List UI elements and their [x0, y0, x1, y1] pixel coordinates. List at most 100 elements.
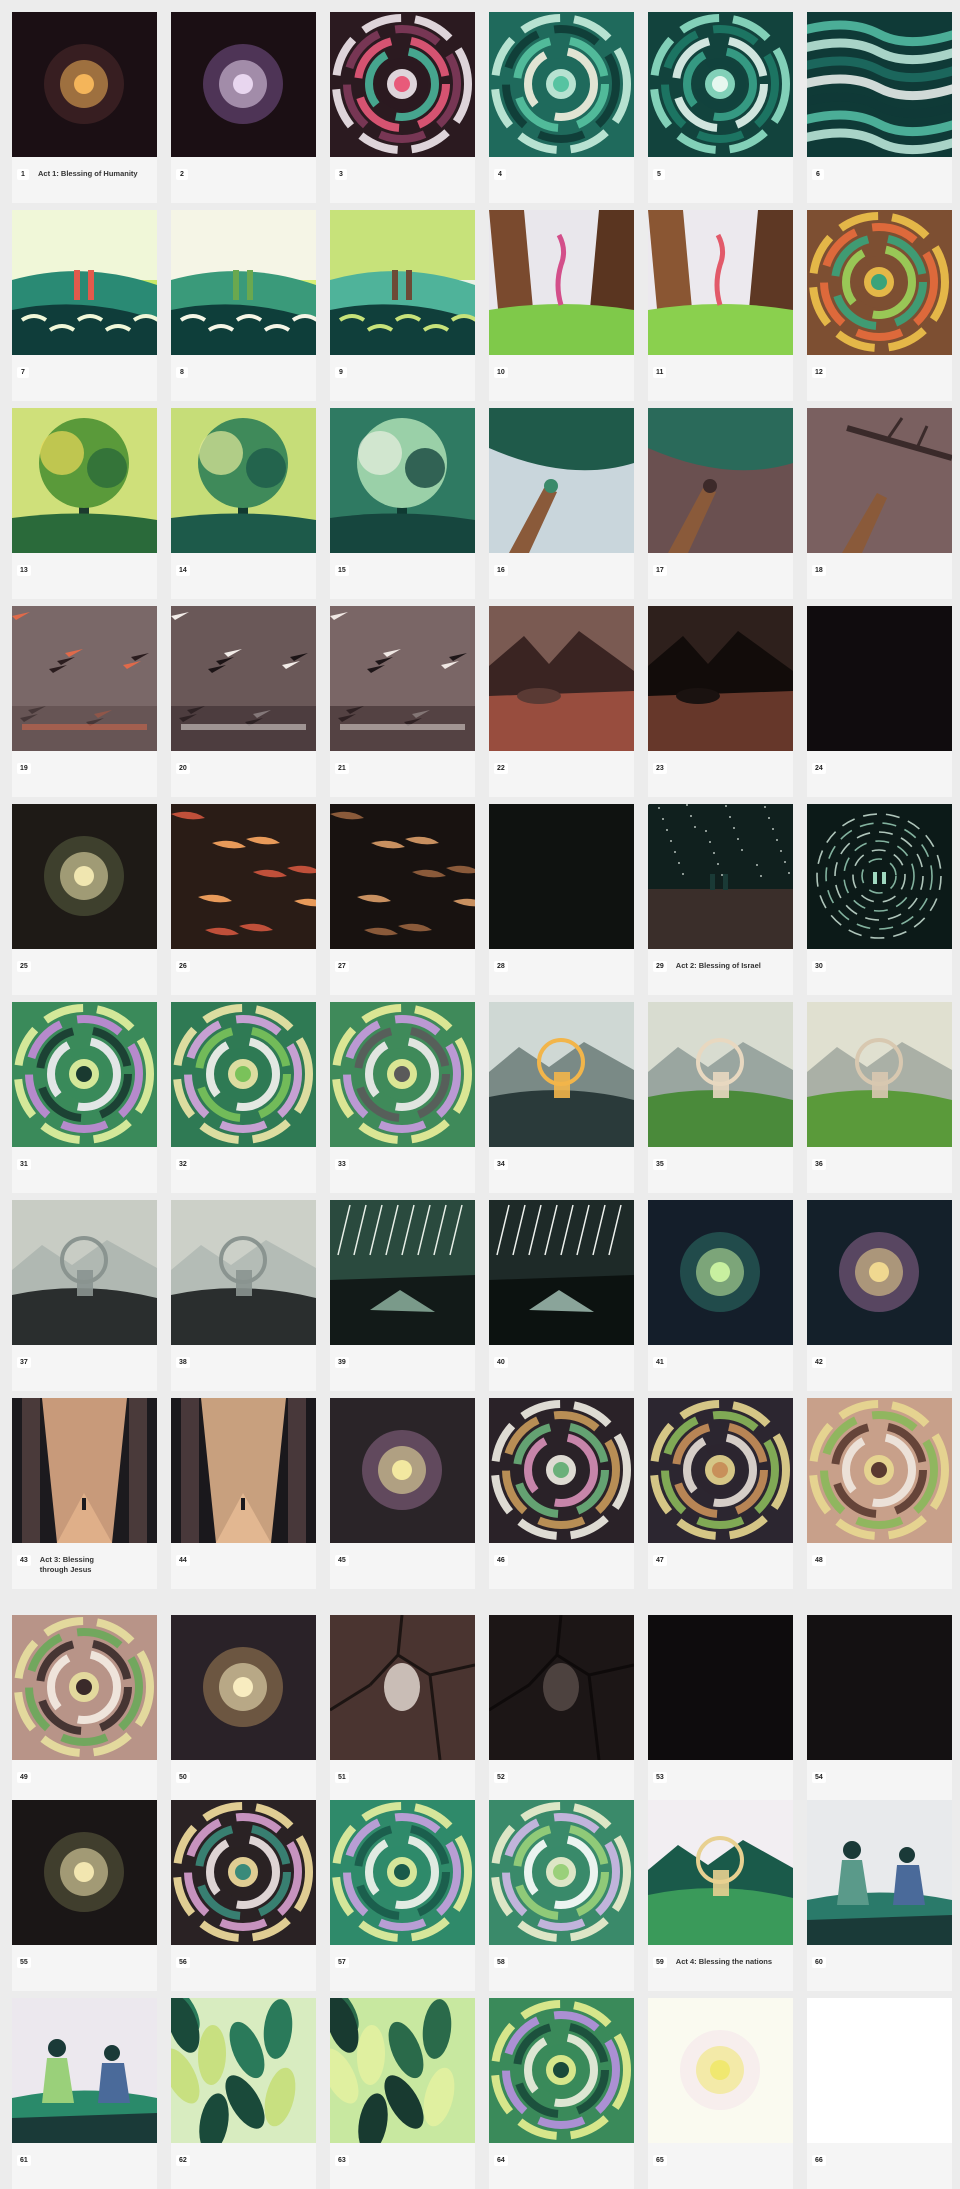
frame-thumbnail[interactable] [648, 408, 793, 553]
frame-thumbnail[interactable] [489, 408, 634, 553]
frame-thumbnail[interactable] [171, 408, 316, 553]
storyboard-frame[interactable]: 41 [648, 1200, 793, 1391]
storyboard-frame[interactable]: 61 [12, 1998, 157, 2189]
storyboard-frame[interactable]: 66 [807, 1998, 952, 2189]
storyboard-frame[interactable]: 36 [807, 1002, 952, 1193]
storyboard-frame[interactable]: 5 [648, 12, 793, 203]
storyboard-frame[interactable]: 44 [171, 1398, 316, 1589]
storyboard-frame[interactable]: 16 [489, 408, 634, 599]
frame-thumbnail[interactable] [648, 1615, 793, 1760]
storyboard-frame[interactable]: 33 [330, 1002, 475, 1193]
storyboard-frame[interactable]: 57 [330, 1800, 475, 1991]
frame-thumbnail[interactable] [489, 804, 634, 949]
storyboard-frame[interactable]: 17 [648, 408, 793, 599]
storyboard-frame[interactable]: 20 [171, 606, 316, 797]
frame-thumbnail[interactable] [330, 1002, 475, 1147]
frame-thumbnail[interactable] [648, 12, 793, 157]
storyboard-frame[interactable]: 58 [489, 1800, 634, 1991]
frame-thumbnail[interactable] [807, 210, 952, 355]
storyboard-frame[interactable]: 43 Act 3: Blessing through Jesus [12, 1398, 157, 1589]
storyboard-frame[interactable]: 35 [648, 1002, 793, 1193]
storyboard-frame[interactable]: 26 [171, 804, 316, 995]
frame-thumbnail[interactable] [330, 1800, 475, 1945]
frame-thumbnail[interactable] [12, 1002, 157, 1147]
frame-thumbnail[interactable] [12, 1615, 157, 1760]
frame-thumbnail[interactable] [807, 804, 952, 949]
frame-thumbnail[interactable] [648, 1398, 793, 1543]
storyboard-frame[interactable]: 55 [12, 1800, 157, 1991]
storyboard-frame[interactable]: 34 [489, 1002, 634, 1193]
storyboard-frame[interactable]: 40 [489, 1200, 634, 1391]
frame-thumbnail[interactable] [330, 12, 475, 157]
frame-thumbnail[interactable] [12, 1398, 157, 1543]
storyboard-frame[interactable]: 37 [12, 1200, 157, 1391]
storyboard-frame[interactable]: 56 [171, 1800, 316, 1991]
frame-thumbnail[interactable] [648, 1200, 793, 1345]
frame-thumbnail[interactable] [12, 1998, 157, 2143]
frame-thumbnail[interactable] [171, 1998, 316, 2143]
storyboard-frame[interactable]: 60 [807, 1800, 952, 1991]
frame-thumbnail[interactable] [807, 1998, 952, 2143]
storyboard-frame[interactable]: 13 [12, 408, 157, 599]
storyboard-frame[interactable]: 64 [489, 1998, 634, 2189]
storyboard-frame[interactable]: 30 [807, 804, 952, 995]
storyboard-frame[interactable]: 59 Act 4: Blessing the nations [648, 1800, 793, 1991]
storyboard-frame[interactable]: 32 [171, 1002, 316, 1193]
frame-thumbnail[interactable] [12, 1200, 157, 1345]
frame-thumbnail[interactable] [330, 1615, 475, 1760]
frame-thumbnail[interactable] [807, 606, 952, 751]
storyboard-frame[interactable]: 14 [171, 408, 316, 599]
storyboard-frame[interactable]: 28 [489, 804, 634, 995]
frame-thumbnail[interactable] [648, 1800, 793, 1945]
frame-thumbnail[interactable] [12, 408, 157, 553]
frame-thumbnail[interactable] [489, 1002, 634, 1147]
storyboard-frame[interactable]: 50 [171, 1615, 316, 1806]
frame-thumbnail[interactable] [330, 210, 475, 355]
storyboard-frame[interactable]: 6 [807, 12, 952, 203]
storyboard-frame[interactable]: 27 [330, 804, 475, 995]
frame-thumbnail[interactable] [330, 804, 475, 949]
storyboard-frame[interactable]: 63 [330, 1998, 475, 2189]
storyboard-frame[interactable]: 10 [489, 210, 634, 401]
frame-thumbnail[interactable] [171, 804, 316, 949]
storyboard-frame[interactable]: 42 [807, 1200, 952, 1391]
frame-thumbnail[interactable] [171, 1200, 316, 1345]
frame-thumbnail[interactable] [807, 1615, 952, 1760]
storyboard-frame[interactable]: 45 [330, 1398, 475, 1589]
frame-thumbnail[interactable] [171, 606, 316, 751]
storyboard-frame[interactable]: 15 [330, 408, 475, 599]
frame-thumbnail[interactable] [489, 1398, 634, 1543]
frame-thumbnail[interactable] [330, 1200, 475, 1345]
frame-thumbnail[interactable] [171, 12, 316, 157]
frame-thumbnail[interactable] [330, 408, 475, 553]
frame-thumbnail[interactable] [648, 606, 793, 751]
storyboard-frame[interactable]: 46 [489, 1398, 634, 1589]
storyboard-frame[interactable]: 21 [330, 606, 475, 797]
frame-thumbnail[interactable] [807, 1800, 952, 1945]
frame-thumbnail[interactable] [489, 1998, 634, 2143]
storyboard-frame[interactable]: 53 [648, 1615, 793, 1806]
storyboard-frame[interactable]: 18 [807, 408, 952, 599]
storyboard-frame[interactable]: 3 [330, 12, 475, 203]
frame-thumbnail[interactable] [489, 210, 634, 355]
storyboard-frame[interactable]: 29 Act 2: Blessing of Israel [648, 804, 793, 995]
frame-thumbnail[interactable] [489, 12, 634, 157]
storyboard-frame[interactable]: 49 [12, 1615, 157, 1806]
frame-thumbnail[interactable] [12, 804, 157, 949]
storyboard-frame[interactable]: 52 [489, 1615, 634, 1806]
frame-thumbnail[interactable] [12, 12, 157, 157]
storyboard-frame[interactable]: 38 [171, 1200, 316, 1391]
storyboard-frame[interactable]: 65 [648, 1998, 793, 2189]
frame-thumbnail[interactable] [330, 1398, 475, 1543]
frame-thumbnail[interactable] [171, 210, 316, 355]
storyboard-frame[interactable]: 62 [171, 1998, 316, 2189]
storyboard-frame[interactable]: 11 [648, 210, 793, 401]
storyboard-frame[interactable]: 23 [648, 606, 793, 797]
storyboard-frame[interactable]: 24 [807, 606, 952, 797]
storyboard-frame[interactable]: 9 [330, 210, 475, 401]
storyboard-frame[interactable]: 31 [12, 1002, 157, 1193]
frame-thumbnail[interactable] [171, 1398, 316, 1543]
storyboard-frame[interactable]: 8 [171, 210, 316, 401]
frame-thumbnail[interactable] [330, 1998, 475, 2143]
frame-thumbnail[interactable] [648, 804, 793, 949]
